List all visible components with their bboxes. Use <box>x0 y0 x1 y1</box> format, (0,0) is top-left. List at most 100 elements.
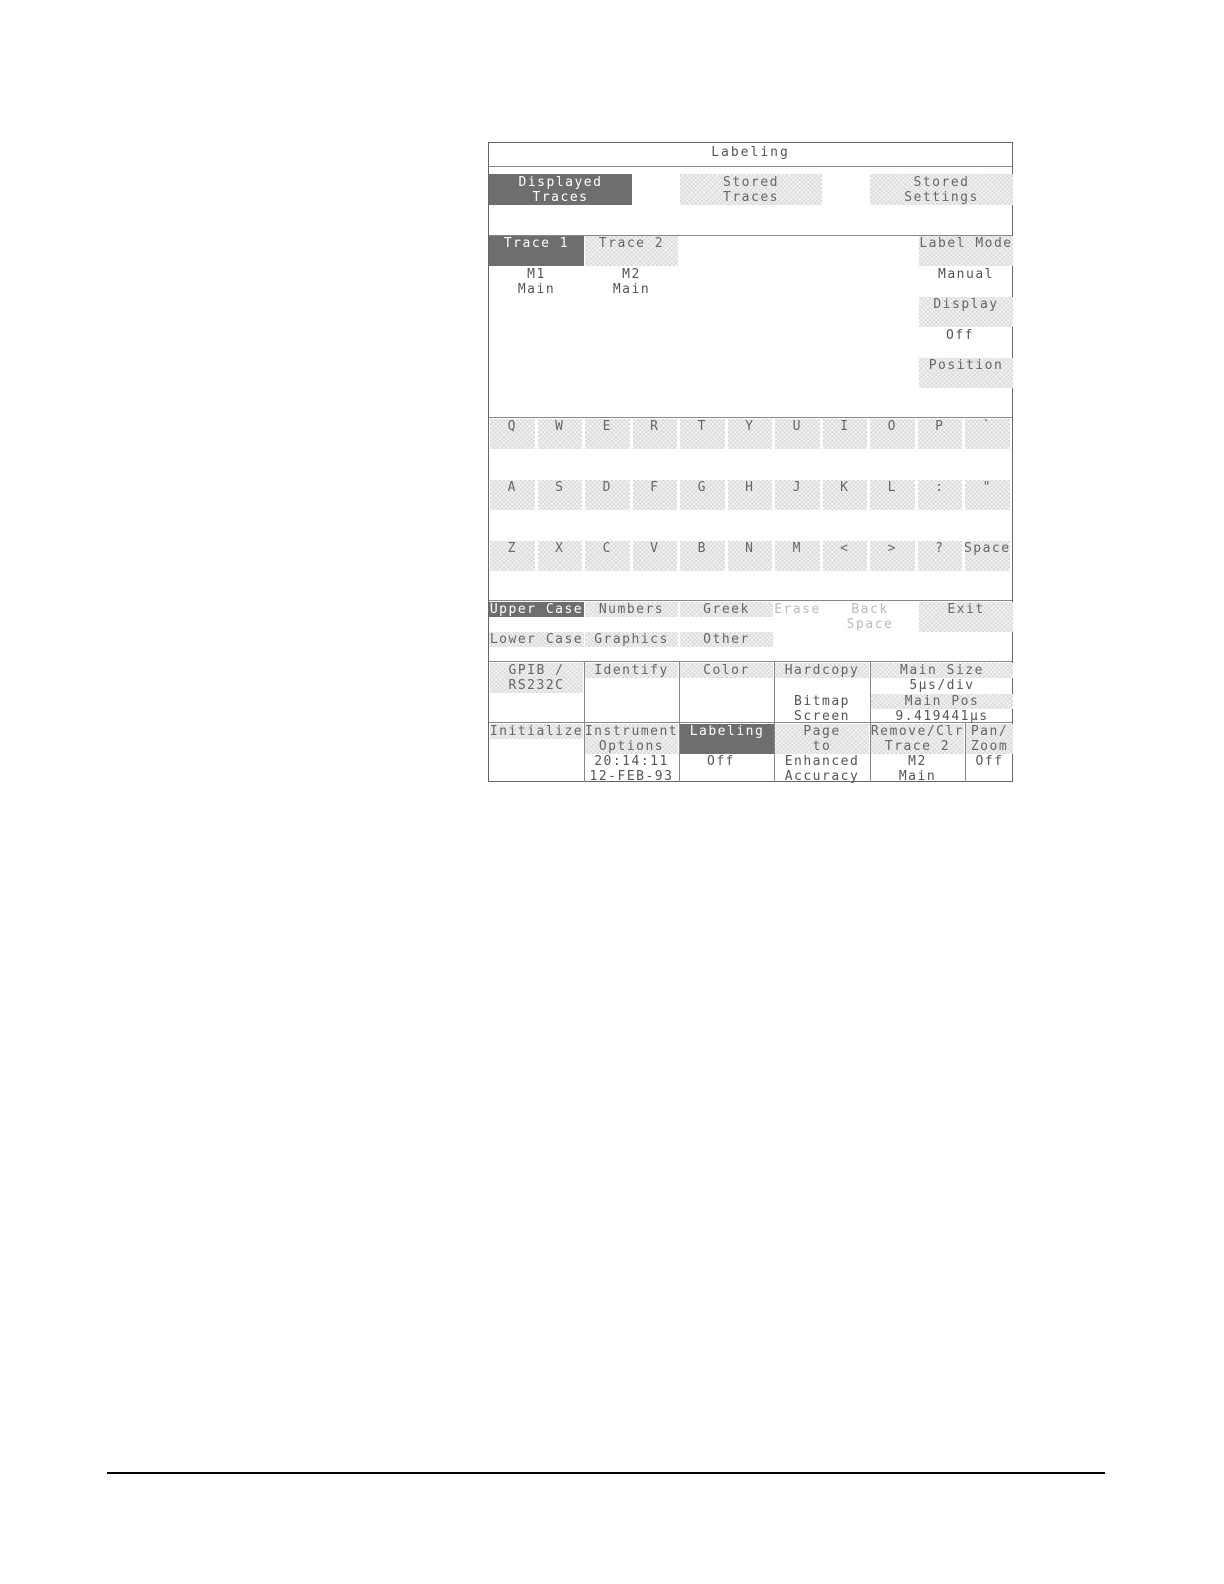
key-label: S <box>555 480 565 495</box>
key-n[interactable]: N <box>727 541 772 571</box>
key-h[interactable]: H <box>727 480 772 510</box>
key-label: J <box>792 480 802 495</box>
divider <box>489 661 1012 662</box>
key-a[interactable]: A <box>490 480 535 510</box>
key-label: Y <box>745 419 755 434</box>
key-l[interactable]: L <box>870 480 915 510</box>
key-q[interactable]: Q <box>490 419 535 449</box>
stored-settings-tab[interactable]: Stored Settings <box>870 174 1013 205</box>
key-m[interactable]: M <box>775 541 820 571</box>
greek-button[interactable]: Greek <box>680 602 773 617</box>
display-button[interactable]: Display <box>919 297 1013 327</box>
page-to-enhanced-button[interactable]: Page to <box>775 724 869 754</box>
key-d[interactable]: D <box>585 480 630 510</box>
key-i[interactable]: I <box>822 419 867 449</box>
main-size-value: 5μs/div <box>909 678 975 693</box>
tab-label: Displayed <box>518 174 603 190</box>
key-label: L <box>887 480 897 495</box>
tab-label: Stored <box>913 174 970 190</box>
key-label: : <box>935 480 945 495</box>
instrument-options-button[interactable]: Instrument Options <box>585 724 678 754</box>
trace-1-button[interactable]: Trace 1 <box>489 236 584 266</box>
key-symbol[interactable]: ` <box>965 419 1010 449</box>
main-pos-button[interactable]: Main Pos <box>871 694 1013 709</box>
key-v[interactable]: V <box>632 541 677 571</box>
trace-2-button[interactable]: Trace 2 <box>585 236 678 266</box>
key-b[interactable]: B <box>680 541 725 571</box>
key-e[interactable]: E <box>585 419 630 449</box>
divider <box>489 166 1012 167</box>
key-r[interactable]: R <box>632 419 677 449</box>
key-t[interactable]: T <box>680 419 725 449</box>
key-symbol[interactable]: ? <box>917 541 962 571</box>
pan-zoom-label: Pan/ <box>970 724 1009 739</box>
instrument-options-label: Options <box>598 739 665 754</box>
displayed-traces-tab[interactable]: Displayed Traces <box>489 174 632 205</box>
key-symbol[interactable]: < <box>822 541 867 571</box>
key-j[interactable]: J <box>775 480 820 510</box>
key-symbol[interactable]: : <box>917 480 962 510</box>
key-label: N <box>745 541 755 556</box>
identify-label: Identify <box>594 663 669 678</box>
lower-case-button[interactable]: Lower Case <box>489 632 584 647</box>
gpib-rs232c-button[interactable]: GPIB / RS232C <box>490 663 583 693</box>
upper-case-label: Upper Case <box>489 602 584 617</box>
keyboard-row-3: Z X C V B N M < >? Space <box>489 541 1013 571</box>
key-g[interactable]: G <box>680 480 725 510</box>
numbers-button[interactable]: Numbers <box>585 602 678 617</box>
position-button[interactable]: Position <box>919 358 1013 388</box>
tab-label: Traces <box>532 189 589 205</box>
main-size-button[interactable]: Main Size <box>871 663 1013 678</box>
key-label: P <box>935 419 945 434</box>
key-u[interactable]: U <box>775 419 820 449</box>
hardcopy-value: Bitmap <box>794 694 850 709</box>
upper-case-button[interactable]: Upper Case <box>489 602 584 617</box>
pan-zoom-value: Off <box>975 754 1004 769</box>
key-label: Z <box>507 541 517 556</box>
key-label: M <box>792 541 802 556</box>
pan-zoom-button[interactable]: Pan/ Zoom <box>966 724 1013 754</box>
key-x[interactable]: X <box>537 541 582 571</box>
remove-clr-source: M2 <box>908 754 927 769</box>
other-button[interactable]: Other <box>680 632 773 647</box>
key-p[interactable]: P <box>917 419 962 449</box>
main-pos-value: 9.419441μs <box>895 709 989 724</box>
key-s[interactable]: S <box>537 480 582 510</box>
key-label: U <box>792 419 802 434</box>
stored-traces-tab[interactable]: Stored Traces <box>680 174 822 205</box>
color-button[interactable]: Color <box>680 663 773 678</box>
key-space[interactable]: Space <box>964 541 1010 571</box>
key-label: T <box>697 419 707 434</box>
trace-label: Trace 1 <box>503 236 570 251</box>
labeling-button[interactable]: Labeling <box>680 724 774 754</box>
trace-1-source: M1 <box>527 267 546 282</box>
numbers-label: Numbers <box>598 602 665 617</box>
key-f[interactable]: F <box>632 480 677 510</box>
back-space-button[interactable]: Back Space <box>839 602 901 632</box>
exit-button[interactable]: Exit <box>919 602 1013 632</box>
key-label: R <box>650 419 660 434</box>
key-symbol[interactable]: " <box>965 480 1010 510</box>
keyboard-row-1: Q W E R T Y U I O P ` <box>489 419 1013 449</box>
key-label: Q <box>507 419 517 434</box>
tab-label: Stored <box>723 174 779 190</box>
identify-button[interactable]: Identify <box>585 663 678 678</box>
key-label: G <box>697 480 707 495</box>
remove-clr-trace-button[interactable]: Remove/Clr Trace 2 <box>871 724 964 754</box>
instrument-date: 12-FEB-93 <box>589 769 674 784</box>
hardcopy-label: Hardcopy <box>784 663 860 678</box>
key-o[interactable]: O <box>870 419 915 449</box>
key-c[interactable]: C <box>585 541 630 571</box>
initialize-button[interactable]: Initialize <box>490 724 583 739</box>
key-y[interactable]: Y <box>727 419 772 449</box>
key-symbol[interactable]: > <box>870 541 915 571</box>
graphics-button[interactable]: Graphics <box>585 632 678 647</box>
exit-label: Exit <box>947 602 985 617</box>
hardcopy-button[interactable]: Hardcopy <box>775 663 869 678</box>
main-pos-label: Main Pos <box>904 694 980 709</box>
key-k[interactable]: K <box>822 480 867 510</box>
key-w[interactable]: W <box>537 419 582 449</box>
erase-button[interactable]: Erase <box>774 602 820 617</box>
key-z[interactable]: Z <box>490 541 535 571</box>
label-mode-button[interactable]: Label Mode <box>919 236 1013 266</box>
